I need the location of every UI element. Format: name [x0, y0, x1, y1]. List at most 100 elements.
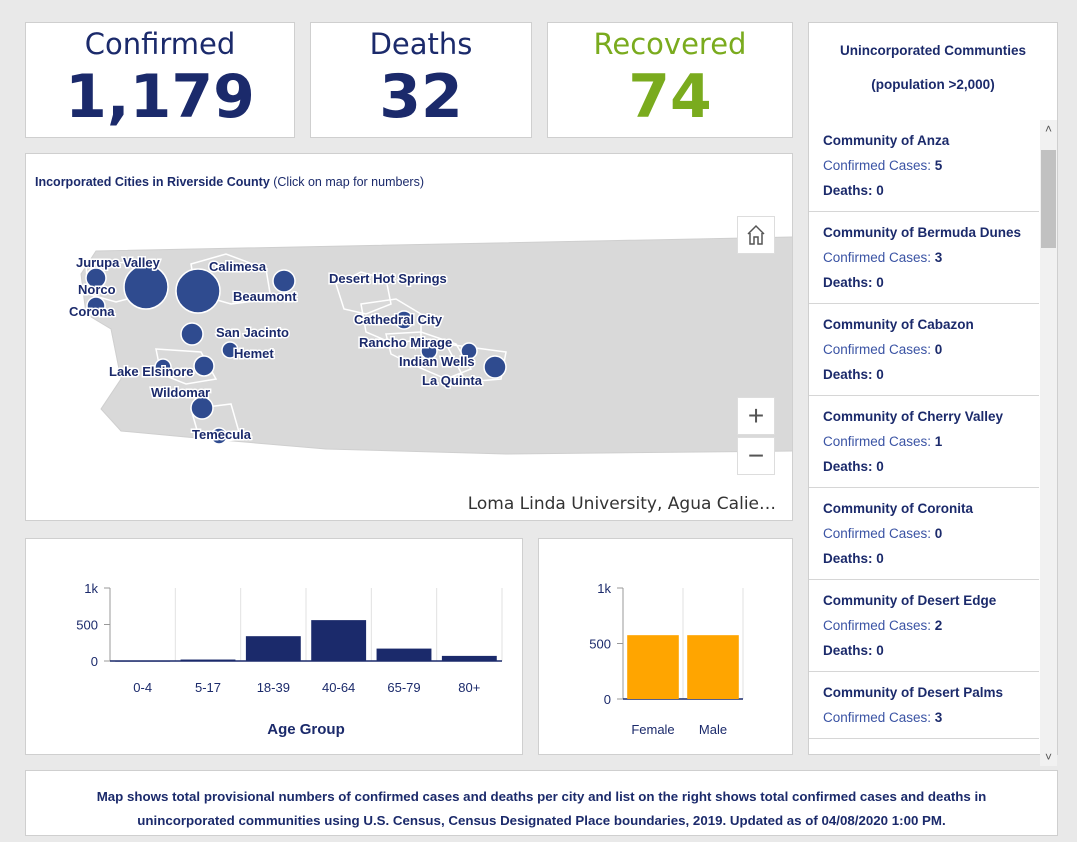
bar-18-39 — [245, 636, 301, 661]
confirmed-panel: Confirmed 1,179 — [25, 22, 295, 138]
gender-chart-panel: 0 500 1k Female Male — [538, 538, 793, 755]
x-tick-label: Male — [699, 722, 727, 737]
community-name: Community of Desert Edge — [823, 593, 997, 608]
confirmed-cases-value: 0 — [934, 342, 943, 357]
deaths-count: Deaths: 0 — [823, 270, 1025, 295]
deaths-label: Deaths: — [823, 551, 877, 566]
zoom-in-button[interactable]: + — [737, 397, 775, 435]
confirmed-cases: Confirmed Cases: 0 — [823, 521, 1025, 546]
list-item[interactable]: Community of Bermuda Dunes Confirmed Case… — [809, 212, 1039, 304]
home-button[interactable] — [737, 216, 775, 254]
zoom-out-button[interactable]: − — [737, 437, 775, 475]
map-title-hint: (Click on map for numbers) — [269, 175, 424, 189]
scroll-up-icon[interactable]: ˄ — [1040, 120, 1057, 138]
deaths-count: Deaths: 0 — [823, 546, 1025, 571]
list-item[interactable]: Community of Desert Edge Confirmed Cases:… — [809, 580, 1039, 672]
list-item[interactable]: Community of Desert Palms Confirmed Cases… — [809, 672, 1039, 739]
deaths-label: Deaths: — [823, 459, 877, 474]
bar-80+ — [441, 655, 497, 661]
deaths-count: Deaths: 0 — [823, 178, 1025, 203]
deaths-label: Deaths: — [823, 275, 877, 290]
confirmed-cases-label: Confirmed Cases: — [823, 526, 935, 541]
footer-note: Map shows total provisional numbers of c… — [25, 770, 1058, 836]
confirmed-cases: Confirmed Cases: 0 — [823, 337, 1025, 362]
scroll-thumb[interactable] — [1041, 150, 1056, 248]
confirmed-cases-label: Confirmed Cases: — [823, 618, 935, 633]
city-label-norco: Norco — [78, 282, 116, 297]
marker-jurupa-valley — [123, 264, 169, 310]
deaths-value: 32 — [379, 62, 463, 132]
city-label-san-jacinto: San Jacinto — [216, 325, 289, 340]
footer-text: Map shows total provisional numbers of c… — [96, 789, 987, 828]
city-label-jurupa-valley: Jurupa Valley — [76, 255, 161, 270]
x-tick-label: 5-17 — [195, 680, 221, 695]
recovered-panel: Recovered 74 — [547, 22, 793, 138]
marker-moreno-valley — [180, 322, 204, 346]
city-label-la-quinta: La Quinta — [422, 373, 483, 388]
list-item[interactable]: Community of Cherry Valley Confirmed Case… — [809, 396, 1039, 488]
city-label-cathedral-city: Cathedral City — [354, 312, 443, 327]
confirmed-cases-label: Confirmed Cases: — [823, 158, 935, 173]
confirmed-cases-value: 2 — [934, 618, 943, 633]
unincorporated-panel: Unincorporated Communties (population >2… — [808, 22, 1058, 766]
deaths-value: 0 — [876, 551, 884, 566]
list-item[interactable]: Community of Coronita Confirmed Cases: 0D… — [809, 488, 1039, 580]
confirmed-cases: Confirmed Cases: 3 — [823, 705, 1025, 730]
community-name: Community of Cherry Valley — [823, 409, 1004, 424]
community-name: Community of Bermuda Dunes — [823, 225, 1022, 240]
deaths-value: 0 — [876, 183, 884, 198]
x-tick-label: Female — [631, 722, 674, 737]
map-panel: Jurupa Valley Calimesa Norco Beaumont Co… — [25, 153, 793, 521]
bar-5-17 — [180, 659, 236, 661]
bar-40-64 — [311, 620, 367, 661]
gender-chart: 0 500 1k Female Male — [589, 581, 744, 737]
marker-la-quinta — [483, 355, 507, 379]
confirmed-label: Confirmed — [84, 27, 236, 61]
confirmed-cases-value: 0 — [934, 526, 943, 541]
deaths-value: 0 — [876, 643, 884, 658]
city-label-lake-elsinore: Lake Elsinore — [109, 364, 194, 379]
map-title-bold: Incorporated Cities in Riverside County — [35, 175, 270, 189]
county-map[interactable]: Jurupa Valley Calimesa Norco Beaumont Co… — [26, 154, 792, 520]
confirmed-cases-value: 5 — [934, 158, 943, 173]
x-axis-title: Age Group — [267, 721, 345, 738]
confirmed-cases-label: Confirmed Cases: — [823, 342, 935, 357]
recovered-label: Recovered — [593, 27, 747, 61]
city-label-rancho-mirage: Rancho Mirage — [359, 335, 452, 350]
confirmed-cases: Confirmed Cases: 5 — [823, 153, 1025, 178]
x-tick-label: 80+ — [458, 680, 480, 695]
scroll-down-icon[interactable]: ˅ — [1040, 748, 1057, 766]
deaths-count: Deaths: 0 — [823, 362, 1025, 387]
community-list[interactable]: Community of Anza Confirmed Cases: 5 Death… — [809, 120, 1039, 766]
confirmed-cases: Confirmed Cases: 1 — [823, 429, 1025, 454]
confirmed-cases-label: Confirmed Cases: — [823, 710, 935, 725]
x-tick-label: 18-39 — [257, 680, 290, 695]
confirmed-cases-value: 3 — [934, 710, 943, 725]
marker-menifee — [193, 355, 215, 377]
age-chart-panel: 0 500 1k 0-4 5-17 18-39 40-64 65-79 80+ Age Group — [25, 538, 523, 755]
deaths-label: Deaths — [369, 27, 473, 61]
list-title: Unincorporated Communties — [839, 43, 1026, 58]
marker-riverside — [175, 268, 221, 314]
y-tick-label: 500 — [76, 618, 98, 633]
confirmed-value: 1,179 — [65, 62, 255, 132]
deaths-count: Deaths: 0 — [823, 638, 1025, 663]
list-subtitle: (population >2,000) — [871, 77, 995, 92]
bar-Female — [627, 635, 679, 699]
list-scrollbar[interactable]: ˄ ˅ — [1040, 120, 1057, 766]
deaths-value: 0 — [876, 275, 884, 290]
bar-Male — [687, 635, 739, 699]
age-group-chart: 0 500 1k 0-4 5-17 18-39 40-64 65-79 80+ Age Group — [76, 581, 503, 738]
community-name: Community of Anza — [823, 133, 950, 148]
community-name: Community of Cabazon — [823, 317, 974, 332]
deaths-count: Deaths: 0 — [823, 454, 1025, 479]
city-label-beaumont: Beaumont — [233, 289, 297, 304]
list-item[interactable]: Community of Cabazon Confirmed Cases: 0 De… — [809, 304, 1039, 396]
city-label-hemet: Hemet — [234, 346, 274, 361]
confirmed-cases-value: 1 — [934, 434, 943, 449]
map-attribution[interactable]: Loma Linda University, Agua Calie… — [468, 494, 776, 514]
list-item[interactable]: Community of Anza Confirmed Cases: 5 Death… — [809, 120, 1039, 212]
deaths-value: 0 — [876, 367, 884, 382]
y-tick-label: 500 — [589, 637, 611, 652]
confirmed-cases-value: 3 — [934, 250, 943, 265]
